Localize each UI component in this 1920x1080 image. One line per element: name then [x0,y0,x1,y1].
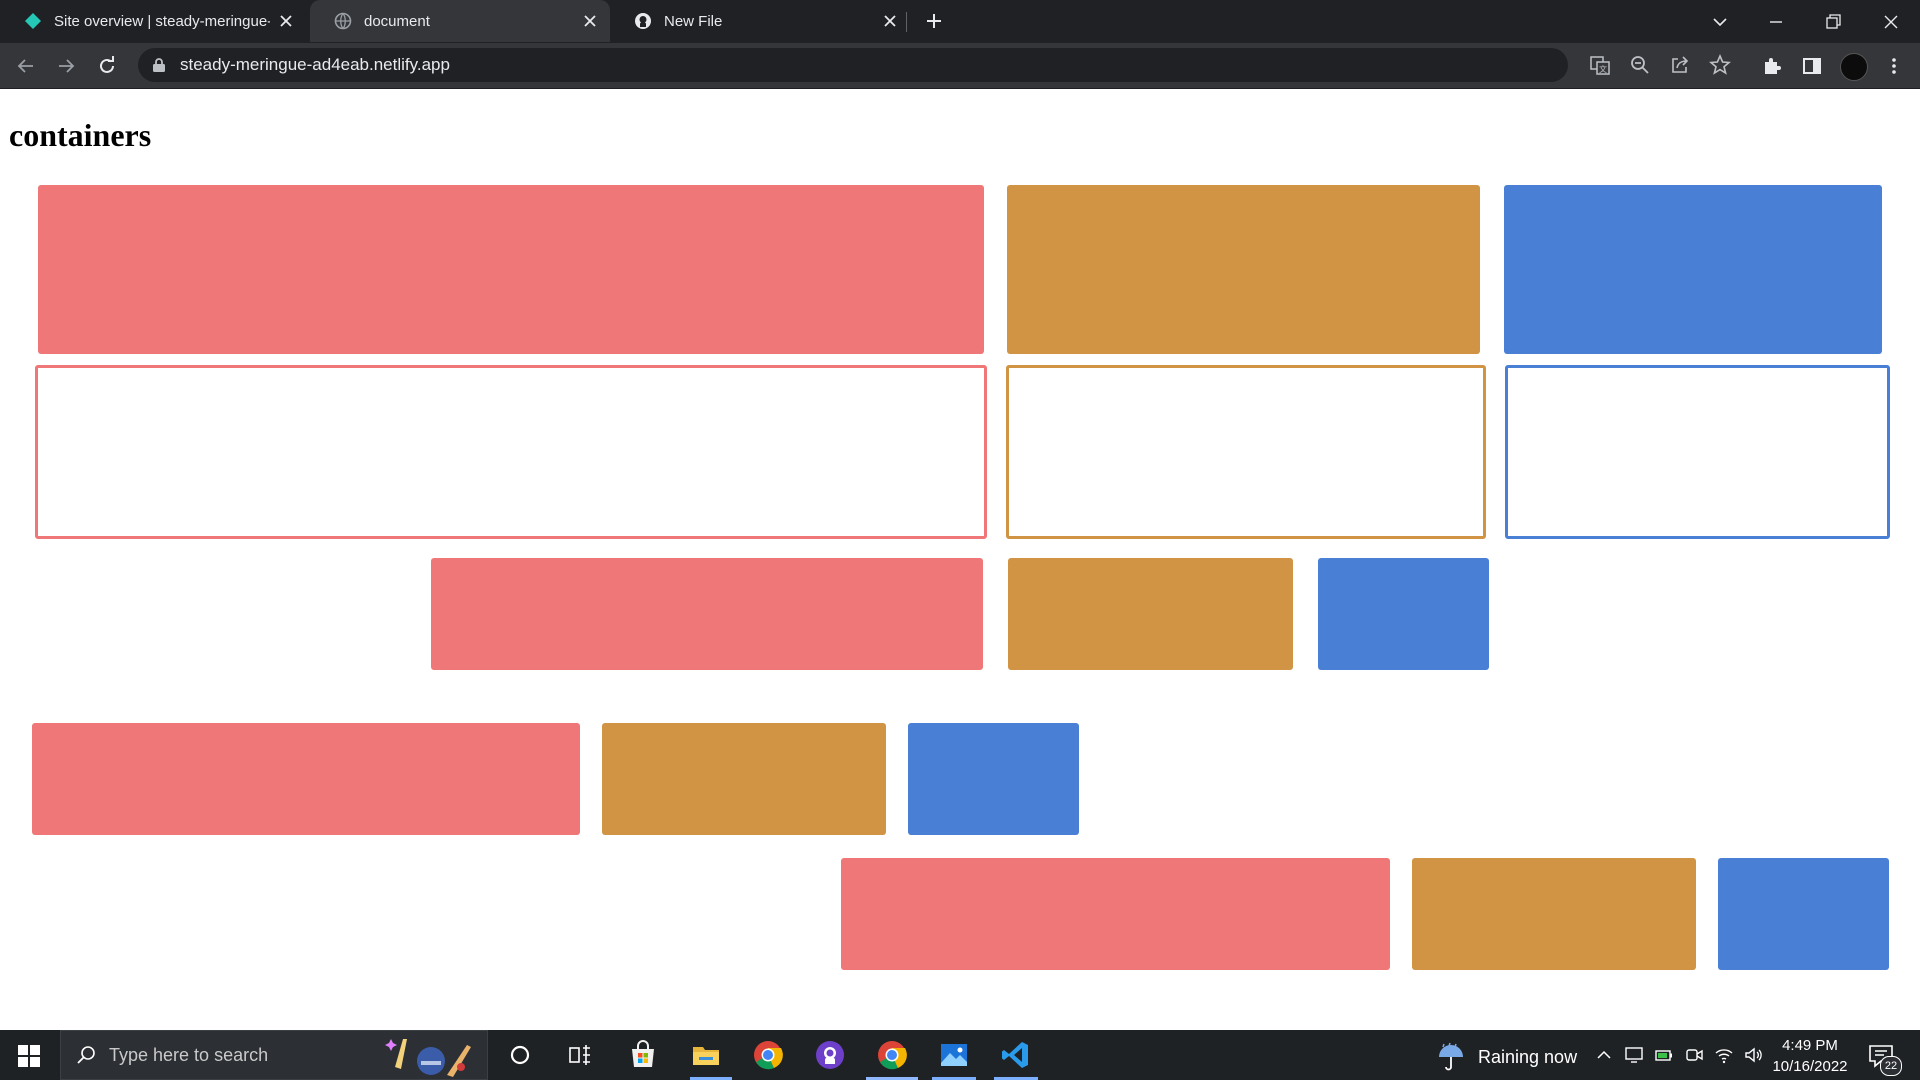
chrome-active-icon[interactable] [876,1039,908,1071]
container-blue-row3 [1318,558,1489,670]
battery-icon[interactable] [1654,1045,1674,1065]
profile-avatar[interactable] [1840,53,1868,81]
windows-taskbar: Type here to search Raining now 4:49 PM … [0,1030,1920,1080]
container-orange-row4 [602,723,886,835]
chrome-icon[interactable] [752,1039,784,1071]
clock-time: 4:49 PM [1782,1037,1838,1054]
zoom-icon[interactable] [1628,53,1652,77]
tab-new-file[interactable]: New File [610,0,910,42]
tab-title: New File [664,12,723,30]
show-hidden-icons-chevron[interactable] [1594,1045,1614,1065]
container-red-row3 [431,558,983,670]
microsoft-store-icon[interactable] [627,1039,659,1071]
tab-separator [906,12,907,32]
container-orange-row3 [1008,558,1293,670]
container-blue-outline-row2 [1505,365,1890,539]
svg-text:文: 文 [1599,64,1607,74]
github-desktop-icon[interactable] [814,1039,846,1071]
photos-icon[interactable] [938,1039,970,1071]
container-blue-row4 [908,723,1079,835]
close-window-icon[interactable] [1879,10,1903,34]
page-content: containers [0,89,1920,1030]
url-text[interactable]: steady-meringue-ad4eab.netlify.app [180,55,450,75]
weather-text: Raining now [1478,1046,1578,1067]
tab-site-overview[interactable]: Site overview | steady-meringue- [0,0,306,42]
file-explorer-icon[interactable] [690,1039,722,1071]
lock-icon[interactable] [152,57,166,73]
address-bar[interactable]: steady-meringue-ad4eab.netlify.app 文 [138,48,1731,82]
more-menu-icon[interactable] [1882,54,1906,78]
tab-bar: Site overview | steady-meringue- documen… [0,0,1920,43]
task-view-icon[interactable] [564,1039,596,1071]
container-red-row5 [841,858,1390,970]
tab-search-chevron-icon[interactable] [1708,10,1732,34]
close-tab-icon[interactable] [582,13,598,29]
close-tab-icon[interactable] [882,13,898,29]
search-icon [77,1046,95,1064]
tab-title: Site overview | steady-meringue- [54,12,270,30]
minimize-icon[interactable] [1764,10,1788,34]
display-tray-icon[interactable] [1624,1045,1644,1065]
container-orange-row1 [1007,185,1480,354]
translate-icon[interactable]: 文 [1588,53,1612,77]
cricket-doodle-icon [385,1039,471,1077]
share-icon[interactable] [1668,53,1692,77]
notification-count-badge: 22 [1880,1056,1902,1076]
container-blue-row1 [1504,185,1882,354]
tab-title: document [364,12,430,30]
extensions-puzzle-icon[interactable] [1760,54,1784,78]
weather-widget[interactable]: Raining now [1436,1042,1577,1072]
page-heading: containers [9,117,152,153]
search-placeholder: Type here to search [109,1044,269,1065]
windows-start-icon[interactable] [18,1045,40,1067]
container-orange-outline-row2 [1006,365,1486,539]
wifi-icon[interactable] [1714,1045,1734,1065]
taskbar-search-box[interactable]: Type here to search [60,1030,488,1080]
back-arrow-icon[interactable] [14,54,38,78]
netlify-icon [25,13,41,29]
reload-icon[interactable] [95,54,119,78]
restore-icon[interactable] [1821,10,1845,34]
taskbar-clock[interactable]: 4:49 PM 10/16/2022 [1770,1035,1850,1077]
github-icon [635,13,651,29]
clock-date: 10/16/2022 [1772,1058,1848,1075]
vscode-icon[interactable] [1000,1039,1032,1071]
container-blue-row5 [1718,858,1889,970]
container-orange-row5 [1412,858,1696,970]
container-red-outline-row2 [35,365,987,539]
new-tab-icon[interactable] [924,11,944,31]
side-panel-icon[interactable] [1800,54,1824,78]
volume-icon[interactable] [1744,1045,1764,1065]
forward-arrow-icon[interactable] [54,54,78,78]
tab-document[interactable]: document [310,0,610,42]
globe-icon [334,12,352,30]
cortana-icon[interactable] [504,1039,536,1071]
container-red-row1 [38,185,984,354]
bookmark-star-icon[interactable] [1708,53,1732,77]
umbrella-rain-icon [1439,1042,1463,1071]
meet-now-icon[interactable] [1684,1045,1704,1065]
container-red-row4 [32,723,580,835]
close-tab-icon[interactable] [278,13,294,29]
browser-toolbar: steady-meringue-ad4eab.netlify.app 文 [0,43,1920,89]
